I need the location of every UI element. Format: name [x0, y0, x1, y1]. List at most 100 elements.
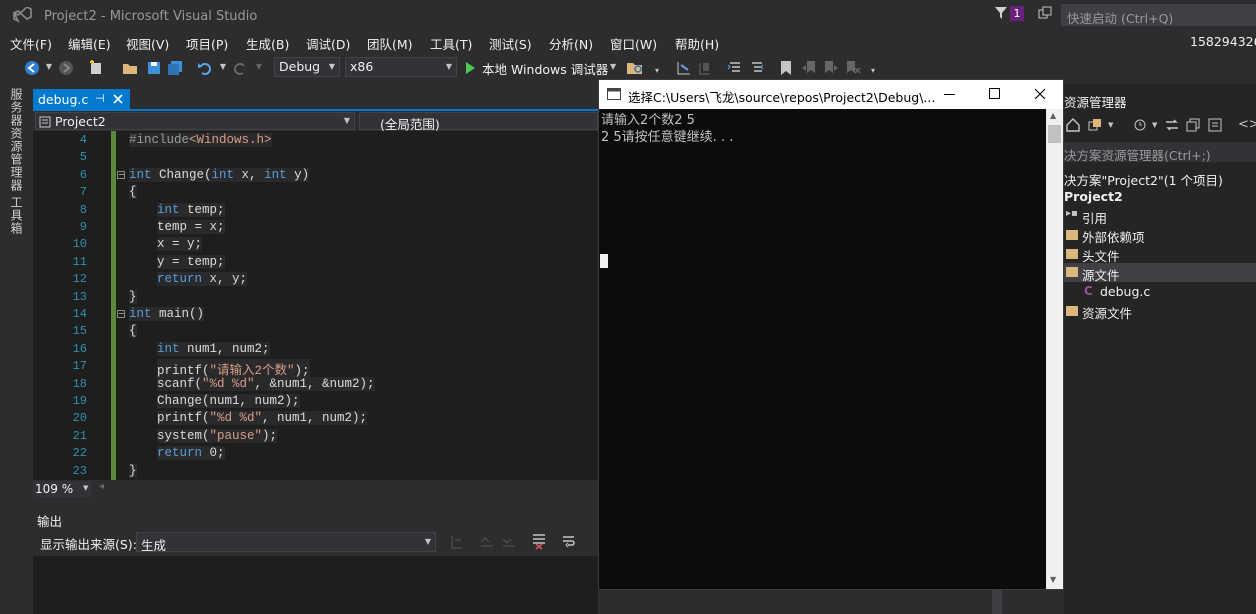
back-icon[interactable]: [24, 60, 40, 76]
close-icon[interactable]: [113, 94, 123, 104]
properties-icon[interactable]: <>: [1238, 117, 1256, 132]
find-in-files-icon[interactable]: [626, 60, 644, 76]
code-line: int main(): [129, 307, 205, 321]
save-icon[interactable]: [146, 60, 162, 76]
console-output[interactable]: 请输入2个数2 5 2 5请按任意键继续. . .: [599, 109, 1046, 589]
previous-message-icon[interactable]: [479, 534, 495, 550]
back-dropdown-icon[interactable]: ▼: [42, 60, 56, 74]
clear-all-icon[interactable]: [531, 532, 547, 550]
project-scope-select[interactable]: Project2 ▼: [35, 112, 355, 130]
tab-debug-c[interactable]: debug.c ⊣: [33, 89, 130, 109]
scroll-thumb[interactable]: [992, 590, 1002, 614]
menu-test[interactable]: 测试(S): [489, 34, 532, 53]
code-editor[interactable]: 4 #include<Windows.h> 5 6− int Change(int x,…: [33, 131, 598, 480]
word-wrap-icon[interactable]: [561, 534, 577, 550]
global-scope-select[interactable]: (全局范围): [359, 112, 598, 132]
menu-tools[interactable]: 工具(T): [430, 34, 472, 53]
switch-views-icon[interactable]: [1088, 118, 1104, 132]
tree-item-source-files-row[interactable]: 源文件: [1064, 263, 1256, 283]
console-window[interactable]: 选择C:\Users\飞龙\source\repos\Project2\Debu…: [598, 79, 1064, 590]
menu-help[interactable]: 帮助(H): [675, 34, 719, 53]
line-number: 5: [79, 150, 87, 165]
menu-analyze[interactable]: 分析(N): [549, 34, 593, 53]
scroll-down-icon[interactable]: ▼: [1050, 575, 1056, 584]
undo-icon[interactable]: [197, 60, 213, 76]
comment-lines-icon[interactable]: [727, 60, 743, 76]
code-line: int num1, num2;: [157, 341, 270, 356]
menu-team[interactable]: 团队(M): [367, 34, 413, 53]
show-all-files-icon[interactable]: [1208, 118, 1224, 132]
code-line: temp = x;: [157, 220, 225, 234]
toolbar-overflow-icon[interactable]: ▾: [650, 64, 664, 78]
code-line: printf("请输入2个数");: [157, 359, 310, 379]
notification-badge[interactable]: 1: [1010, 6, 1024, 21]
server-explorer-tab[interactable]: 服务器资源管理器: [8, 88, 25, 192]
code-line: int temp;: [157, 202, 225, 217]
tree-item-resource-files[interactable]: 资源文件: [1082, 303, 1132, 322]
home-icon[interactable]: [1066, 118, 1080, 132]
tree-item-source-files: 源文件: [1082, 268, 1120, 283]
code-line: }: [129, 463, 137, 478]
output-text-area[interactable]: [33, 556, 598, 614]
uncomment-lines-icon[interactable]: [749, 60, 765, 76]
tree-item-references[interactable]: 引用: [1082, 208, 1107, 227]
tree-item-external-deps[interactable]: 外部依赖项: [1082, 227, 1145, 246]
scroll-left-icon[interactable]: ◂: [99, 481, 104, 492]
undo-dropdown-icon[interactable]: ▼: [216, 60, 230, 74]
redo-icon[interactable]: [232, 60, 248, 76]
solution-configuration-select[interactable]: Debug ▼: [274, 57, 340, 77]
solution-platform-select[interactable]: x86 ▼: [345, 57, 457, 77]
console-scrollbar[interactable]: ▲ ▼: [1046, 109, 1063, 589]
menu-project[interactable]: 项目(P): [186, 34, 228, 53]
scroll-thumb[interactable]: [1048, 125, 1061, 143]
menu-file[interactable]: 文件(F): [10, 34, 52, 53]
close-icon[interactable]: [1034, 88, 1046, 100]
project-node[interactable]: Project2: [1064, 189, 1123, 204]
toolbox-tab[interactable]: 工具箱: [8, 196, 25, 235]
next-message-icon[interactable]: [501, 534, 517, 550]
clear-bookmarks-icon[interactable]: [845, 60, 861, 76]
solution-node[interactable]: 决方案"Project2"(1 个项目): [1064, 170, 1223, 189]
new-project-icon[interactable]: [88, 60, 104, 76]
scroll-up-icon[interactable]: ▲: [1050, 111, 1056, 120]
forward-icon[interactable]: [58, 60, 74, 76]
maximize-icon[interactable]: [989, 88, 1001, 100]
sync-icon[interactable]: [1164, 118, 1180, 132]
user-account[interactable]: 1582943265: [1190, 34, 1256, 49]
menu-build[interactable]: 生成(B): [246, 34, 289, 53]
quick-launch-input[interactable]: 快速启动 (Ctrl+Q): [1061, 4, 1256, 26]
find-message-icon[interactable]: [449, 534, 465, 550]
step-icon[interactable]: [676, 60, 692, 76]
chevron-down-icon: ▼: [610, 62, 617, 71]
tree-item-debug-c[interactable]: debug.c: [1100, 284, 1150, 299]
output-source-select[interactable]: 生成 ▼: [136, 532, 436, 553]
bookmark-icon[interactable]: [779, 60, 793, 76]
zoom-select[interactable]: 109 % ▼: [33, 481, 91, 497]
chevron-down-icon[interactable]: ▼: [1152, 121, 1157, 129]
line-number: 11: [72, 254, 87, 269]
menu-debug[interactable]: 调试(D): [306, 34, 350, 53]
project-scope-value: Project2: [55, 114, 106, 129]
collapse-region-icon[interactable]: −: [117, 170, 125, 179]
collapse-all-icon[interactable]: [1186, 118, 1202, 132]
feedback-icon[interactable]: [1038, 6, 1052, 20]
save-all-icon[interactable]: [167, 60, 183, 76]
console-title-bar[interactable]: 选择C:\Users\飞龙\source\repos\Project2\Debu…: [599, 80, 1063, 109]
chevron-down-icon[interactable]: ▼: [1108, 121, 1113, 129]
next-bookmark-icon[interactable]: [823, 60, 839, 76]
previous-bookmark-icon[interactable]: [801, 60, 817, 76]
code-line: return x, y;: [157, 272, 248, 287]
minimize-icon[interactable]: [944, 94, 956, 96]
redo-dropdown-icon[interactable]: ▼: [252, 60, 266, 74]
open-file-icon[interactable]: [122, 60, 138, 76]
solution-search-input[interactable]: 决方案资源管理器(Ctrl+;): [1064, 142, 1256, 163]
menu-view[interactable]: 视图(V): [126, 34, 169, 53]
toolbar-overflow-icon[interactable]: ▾: [866, 64, 880, 78]
menu-edit[interactable]: 编辑(E): [68, 34, 111, 53]
pin-icon[interactable]: ⊣: [95, 92, 105, 105]
filter-icon[interactable]: [994, 6, 1008, 20]
pending-changes-icon[interactable]: [1132, 118, 1148, 132]
breakpoint-disabled-icon[interactable]: [697, 60, 713, 76]
collapse-region-icon[interactable]: −: [117, 310, 125, 318]
menu-window[interactable]: 窗口(W): [610, 34, 657, 53]
